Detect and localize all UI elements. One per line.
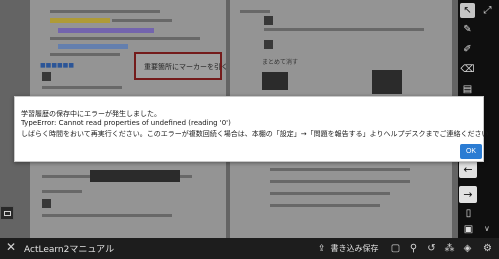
error-message-detail: TypeError: Cannot read properties of und… <box>21 119 231 127</box>
reader-app: ■■■■■■ 重要箇所にマーカーを引く まとめて消す ↖ ⤢ ✎ ✐ ⌫ ▤ ←… <box>0 0 499 259</box>
error-message-instructions: しばらく時間をおいて再実行ください。このエラーが複数回続く場合は、本棚の「設定」… <box>21 130 489 138</box>
error-message-title: 学習履歴の保存中にエラーが発生しました。 <box>21 110 161 118</box>
ok-button[interactable]: OK <box>460 144 482 159</box>
error-dialog: 学習履歴の保存中にエラーが発生しました。 TypeError: Cannot r… <box>14 96 489 162</box>
